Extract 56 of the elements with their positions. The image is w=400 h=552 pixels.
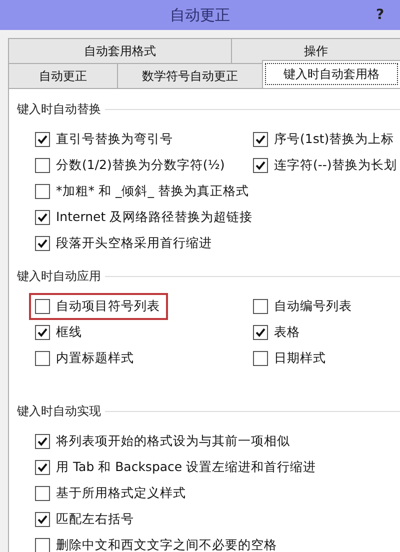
checkbox-label[interactable]: 基于所用格式定义样式: [56, 484, 186, 502]
checkbox[interactable]: [35, 324, 50, 340]
checkbox-label[interactable]: 连字符(--)替换为长划: [274, 156, 397, 174]
group-title: 键入时自动替换: [17, 101, 101, 118]
checkbox[interactable]: [35, 538, 50, 552]
check-icon: [37, 134, 48, 144]
checkbox[interactable]: [253, 350, 268, 366]
checkbox-label[interactable]: 框线: [56, 324, 82, 340]
help-button[interactable]: ?: [360, 7, 400, 23]
tab[interactable]: 键入时自动套用格: [262, 60, 400, 88]
checkbox[interactable]: [35, 434, 50, 448]
check-icon: [37, 462, 48, 472]
checkbox[interactable]: [35, 486, 50, 500]
checkbox-label[interactable]: 表格: [274, 324, 300, 340]
checkbox[interactable]: [35, 236, 50, 250]
checkbox[interactable]: [35, 184, 50, 198]
tab[interactable]: 数学符号自动更正: [116, 63, 264, 88]
checkbox-label[interactable]: 日期样式: [274, 350, 326, 366]
checkbox-label[interactable]: 直引号替换为弯引号: [56, 130, 173, 148]
group-title: 键入时自动实现: [17, 403, 101, 420]
checkbox[interactable]: [35, 132, 50, 146]
checkbox-label[interactable]: 自动编号列表: [274, 298, 352, 314]
checkbox-label[interactable]: Internet 及网络路径替换为超链接: [56, 208, 253, 226]
checkbox[interactable]: [253, 132, 268, 146]
check-icon: [37, 514, 48, 524]
check-icon: [255, 160, 266, 170]
checkbox-label[interactable]: 段落开头空格采用首行缩进: [56, 234, 212, 252]
checkbox[interactable]: [253, 158, 268, 172]
check-icon: [255, 134, 266, 144]
checkbox[interactable]: [35, 460, 50, 474]
check-icon: [255, 326, 266, 338]
checkbox[interactable]: [253, 324, 268, 340]
checkbox[interactable]: [35, 298, 50, 314]
checkbox-label[interactable]: *加粗* 和 _倾斜_ 替换为真正格式: [56, 182, 249, 200]
checkbox-label[interactable]: 用 Tab 和 Backspace 设置左缩进和首行缩进: [56, 458, 316, 476]
check-icon: [37, 326, 48, 338]
group-title: 键入时自动应用: [17, 268, 101, 285]
window-title: 自动更正: [169, 6, 231, 24]
checkbox[interactable]: [35, 512, 50, 526]
check-icon: [37, 238, 48, 248]
checkbox[interactable]: [253, 298, 268, 314]
checkbox-label[interactable]: 删除中文和西文文字之间不必要的空格: [56, 536, 277, 552]
checkbox-label[interactable]: 匹配左右括号: [56, 510, 134, 528]
checkbox[interactable]: [35, 158, 50, 172]
checkbox[interactable]: [35, 210, 50, 224]
check-icon: [37, 212, 48, 222]
tab[interactable]: 自动套用格式: [8, 38, 232, 63]
checkbox-label[interactable]: 序号(1st)替换为上标: [274, 130, 394, 148]
checkbox-label[interactable]: 分数(1/2)替换为分数字符(½): [56, 156, 225, 174]
checkbox-label[interactable]: 内置标题样式: [56, 350, 134, 366]
tab[interactable]: 操作: [231, 38, 400, 63]
checkbox-label[interactable]: 将列表项开始的格式设为与其前一项相似: [56, 432, 290, 450]
check-icon: [37, 436, 48, 446]
checkbox-label[interactable]: 自动项目符号列表: [56, 298, 160, 314]
checkbox[interactable]: [35, 350, 50, 366]
tab[interactable]: 自动更正: [8, 63, 118, 88]
